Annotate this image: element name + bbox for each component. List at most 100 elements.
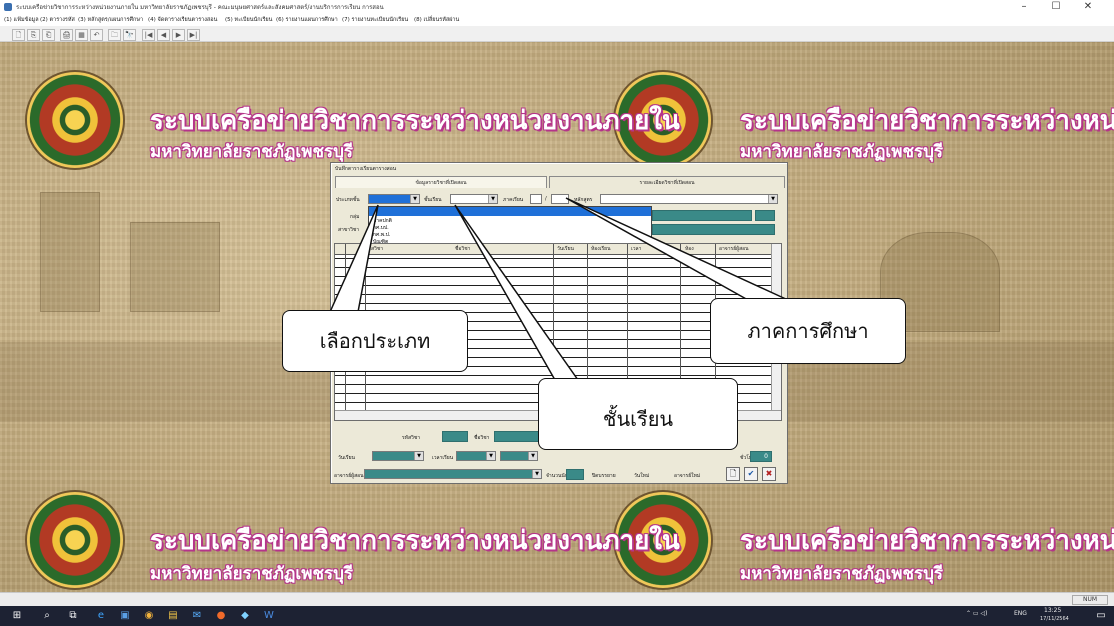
callout-class: ชั้นเรียน — [538, 378, 738, 450]
search-icon[interactable]: ⌕ — [40, 609, 54, 623]
maximize-button[interactable]: ☐ — [1042, 0, 1070, 14]
last-record-icon[interactable]: ▶| — [187, 29, 200, 41]
menu-report-registration[interactable]: (7) รายงานทะเบียนนักเรียน — [342, 16, 408, 24]
taskbar: ⊞ ⌕ ⧉ e ▣ ◉ ▤ ✉ ● ◆ W ⌃ ▭ ◁) ENG 13:25 1… — [0, 606, 1114, 626]
banner-subtitle: มหาวิทยาลัยราชภัฏเพชรบุรี — [740, 564, 944, 584]
app-icon[interactable]: ◆ — [238, 609, 252, 623]
status-bar: NUM — [0, 592, 1114, 606]
chevron-down-icon[interactable]: ▼ — [414, 452, 423, 460]
new-icon[interactable]: 🗋 — [12, 29, 25, 41]
radio-close-lecture[interactable]: ปิดบรรยาย — [592, 472, 616, 480]
app-icon — [4, 3, 12, 11]
university-seal — [25, 70, 125, 170]
column-header: ชื่อวิชา — [455, 246, 471, 252]
menu-change-password[interactable]: (8) เปลี่ยนรหัสผ่าน — [414, 16, 459, 24]
hours-value: 0 — [764, 453, 768, 460]
menu-report-plan[interactable]: (6) รายงานแผนการศึกษา — [276, 16, 338, 24]
chevron-down-icon[interactable]: ▼ — [488, 195, 497, 203]
banner-subtitle: มหาวิทยาลัยราชภัฏเพชรบุรี — [150, 142, 354, 162]
radio-new-day[interactable]: วันใหม่ — [634, 472, 649, 480]
class-select[interactable]: ▼ — [450, 194, 498, 204]
first-record-icon[interactable]: |◀ — [142, 29, 155, 41]
time-start-select[interactable]: ▼ — [456, 451, 496, 461]
notification-icon[interactable]: ▭ — [1094, 609, 1108, 623]
program-field[interactable] — [652, 224, 775, 235]
banner-subtitle: มหาวิทยาลัยราชภัฏเพชรบุรี — [740, 142, 944, 162]
prev-record-icon[interactable]: ◀ — [157, 29, 170, 41]
copy-icon[interactable]: ⎘ — [27, 29, 40, 41]
menu-file[interactable]: (1) แฟ้มข้อมูล — [4, 16, 39, 24]
type-select[interactable]: ▼ — [368, 194, 420, 204]
teacher-select[interactable]: ▼ — [364, 469, 542, 479]
store-icon[interactable]: ▣ — [118, 609, 132, 623]
group-code-field[interactable] — [755, 210, 775, 221]
task-view-icon[interactable]: ⧉ — [66, 609, 80, 623]
file-explorer-icon[interactable]: ▤ — [166, 609, 180, 623]
start-icon[interactable]: ⊞ — [10, 609, 24, 623]
type-dropdown-list[interactable]: ภาคปกติ กศ.บป. กศ.พ.ป. บัณฑิต — [368, 206, 652, 246]
chevron-down-icon[interactable]: ▼ — [486, 452, 495, 460]
language-indicator[interactable]: ENG — [1014, 610, 1027, 617]
background-building — [130, 222, 220, 312]
term-label: ภาคเรียน — [503, 197, 524, 203]
column-header: เวลา — [631, 246, 642, 252]
grid-icon[interactable]: ▦ — [75, 29, 88, 41]
time-end-select[interactable]: ▼ — [500, 451, 538, 461]
chrome-icon[interactable]: ◉ — [142, 609, 156, 623]
day-select[interactable]: ▼ — [372, 451, 424, 461]
course-name-label: ชื่อวิชา — [474, 435, 490, 441]
dropdown-selected-row[interactable] — [369, 207, 651, 216]
course-code-field[interactable] — [442, 431, 468, 442]
menu-curriculum[interactable]: (3) หลักสูตร/แผนการศึกษา — [78, 16, 143, 24]
menu-registration[interactable]: (5) ทะเบียนนักเรียน — [225, 16, 272, 24]
chevron-down-icon[interactable]: ▼ — [768, 195, 777, 203]
find-icon[interactable]: 🔭 — [123, 29, 136, 41]
group-field[interactable] — [652, 210, 752, 221]
students-field[interactable] — [566, 469, 584, 480]
open-folder-icon[interactable]: 🗀 — [108, 29, 121, 41]
callout-semester: ภาคการศึกษา — [710, 298, 906, 364]
clock-date[interactable]: 17/11/2564 — [1040, 616, 1069, 622]
word-icon[interactable]: W — [262, 609, 276, 623]
radio-new-teacher[interactable]: อาจารย์ใหม่ — [674, 472, 700, 480]
toolbar: 🗋 ⎘ ⎗ 🖨 ▦ ↶ 🗀 🔭 |◀ ◀ ▶ ▶| — [0, 26, 1114, 42]
close-button[interactable]: ✕ — [1074, 0, 1102, 14]
column-header: วันเรียน — [557, 246, 574, 252]
print-icon[interactable]: 🖨 — [60, 29, 73, 41]
background-column — [40, 192, 100, 312]
chevron-down-icon[interactable]: ▼ — [410, 195, 419, 203]
teacher-label: อาจารย์ผู้สอน — [334, 473, 364, 479]
dialog-title: บันทึกตารางเรียนตารางสอน — [335, 166, 397, 172]
curriculum-select[interactable]: ▼ — [600, 194, 778, 204]
chevron-down-icon[interactable]: ▼ — [532, 470, 541, 478]
mail-icon[interactable]: ✉ — [190, 609, 204, 623]
tray-icons[interactable]: ⌃ ▭ ◁) — [966, 610, 987, 617]
paste-icon[interactable]: ⎗ — [42, 29, 55, 41]
tab-course-info[interactable]: ข้อมูลรายวิชาที่เปิดสอน — [335, 176, 547, 188]
column-header: อาจารย์ผู้สอน — [719, 246, 749, 252]
curriculum-label: หลักสูตร — [574, 197, 593, 203]
course-name-field[interactable] — [494, 431, 542, 442]
clock-time[interactable]: 13:25 — [1044, 607, 1061, 614]
menu-codes[interactable]: (2) ตารางรหัส — [40, 16, 75, 24]
edge-icon[interactable]: e — [94, 609, 108, 623]
column-header: รหัสวิชา — [365, 246, 384, 252]
banner-subtitle: มหาวิทยาลัยราชภัฏเพชรบุรี — [150, 564, 354, 584]
tab-course-detail[interactable]: รายละเอียดวิชาที่เปิดสอน — [549, 176, 785, 188]
column-header: ห้องเรียน — [591, 246, 611, 252]
year-input[interactable] — [551, 194, 569, 204]
cancel-button[interactable]: ✖ — [762, 467, 776, 481]
window-title: ระบบเครือข่ายวิชาการระหว่างหน่วยงานภายใน… — [16, 4, 384, 11]
minimize-button[interactable]: – — [1010, 0, 1038, 14]
numlock-indicator: NUM — [1072, 595, 1108, 605]
term-input[interactable] — [530, 194, 542, 204]
university-seal — [25, 490, 125, 590]
save-button[interactable]: ✔ — [744, 467, 758, 481]
next-record-icon[interactable]: ▶ — [172, 29, 185, 41]
menu-timetable[interactable]: (4) จัดตารางเรียนตารางสอน — [148, 16, 217, 24]
undo-icon[interactable]: ↶ — [90, 29, 103, 41]
new-record-button[interactable]: 🗋 — [726, 467, 740, 481]
hours-field[interactable]: 0 — [750, 451, 772, 462]
firefox-icon[interactable]: ● — [214, 609, 228, 623]
chevron-down-icon[interactable]: ▼ — [528, 452, 537, 460]
